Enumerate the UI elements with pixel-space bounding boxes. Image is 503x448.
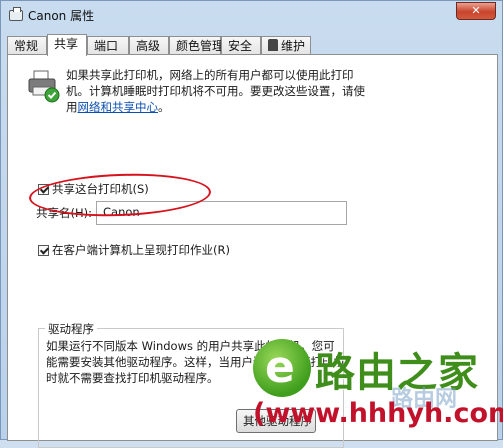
tab-label: 安全 bbox=[228, 39, 253, 53]
printer-share-icon bbox=[28, 70, 60, 103]
intro-suffix: 。 bbox=[158, 100, 170, 114]
tab-maintenance[interactable]: 维护 bbox=[261, 36, 311, 55]
tab-advanced[interactable]: 高级 bbox=[129, 36, 169, 55]
tab-strip: 常规 共享 端口 高级 颜色管理 安全 维护 bbox=[7, 34, 499, 56]
tab-color-management[interactable]: 颜色管理 bbox=[169, 36, 225, 55]
window-title: Canon 属性 bbox=[28, 9, 95, 23]
tab-general[interactable]: 常规 bbox=[7, 36, 47, 55]
tab-ports[interactable]: 端口 bbox=[87, 36, 129, 55]
printer-window-icon bbox=[9, 7, 23, 21]
render-client-checkbox[interactable]: 在客户端计算机上呈现打印作业(R) bbox=[38, 242, 230, 258]
title-bar: Canon 属性 ✕ bbox=[1, 1, 502, 31]
network-sharing-center-link[interactable]: 网络和共享中心 bbox=[78, 100, 159, 114]
tab-label: 维护 bbox=[281, 39, 306, 53]
logo-e-icon: e bbox=[265, 342, 295, 393]
tab-sharing[interactable]: 共享 bbox=[47, 34, 87, 56]
checkbox-label: 在客户端计算机上呈现打印作业(R) bbox=[52, 243, 230, 257]
tab-label: 颜色管理 bbox=[176, 39, 225, 53]
properties-window: Canon 属性 ✕ 常规 共享 端口 高级 颜色管理 安全 维护 如果共享此打… bbox=[0, 0, 503, 448]
tab-label: 高级 bbox=[136, 39, 161, 53]
checkbox-box[interactable] bbox=[38, 244, 49, 256]
tab-label: 共享 bbox=[54, 37, 79, 51]
maintenance-icon bbox=[268, 39, 278, 51]
tab-label: 常规 bbox=[14, 39, 39, 53]
drivers-group-title: 驱动程序 bbox=[45, 321, 97, 337]
close-button[interactable]: ✕ bbox=[456, 2, 496, 20]
site-watermark: e 路由之家 路由网 (www.hhhyh.com) bbox=[251, 336, 503, 441]
tab-label: 端口 bbox=[94, 39, 119, 53]
sharing-intro: 如果共享此打印机，网络上的所有用户都可以使用此打印机。计算机睡眠时打印机将不可用… bbox=[66, 67, 366, 115]
tab-security[interactable]: 安全 bbox=[221, 36, 261, 55]
watermark-url: (www.hhhyh.com) bbox=[253, 398, 503, 429]
